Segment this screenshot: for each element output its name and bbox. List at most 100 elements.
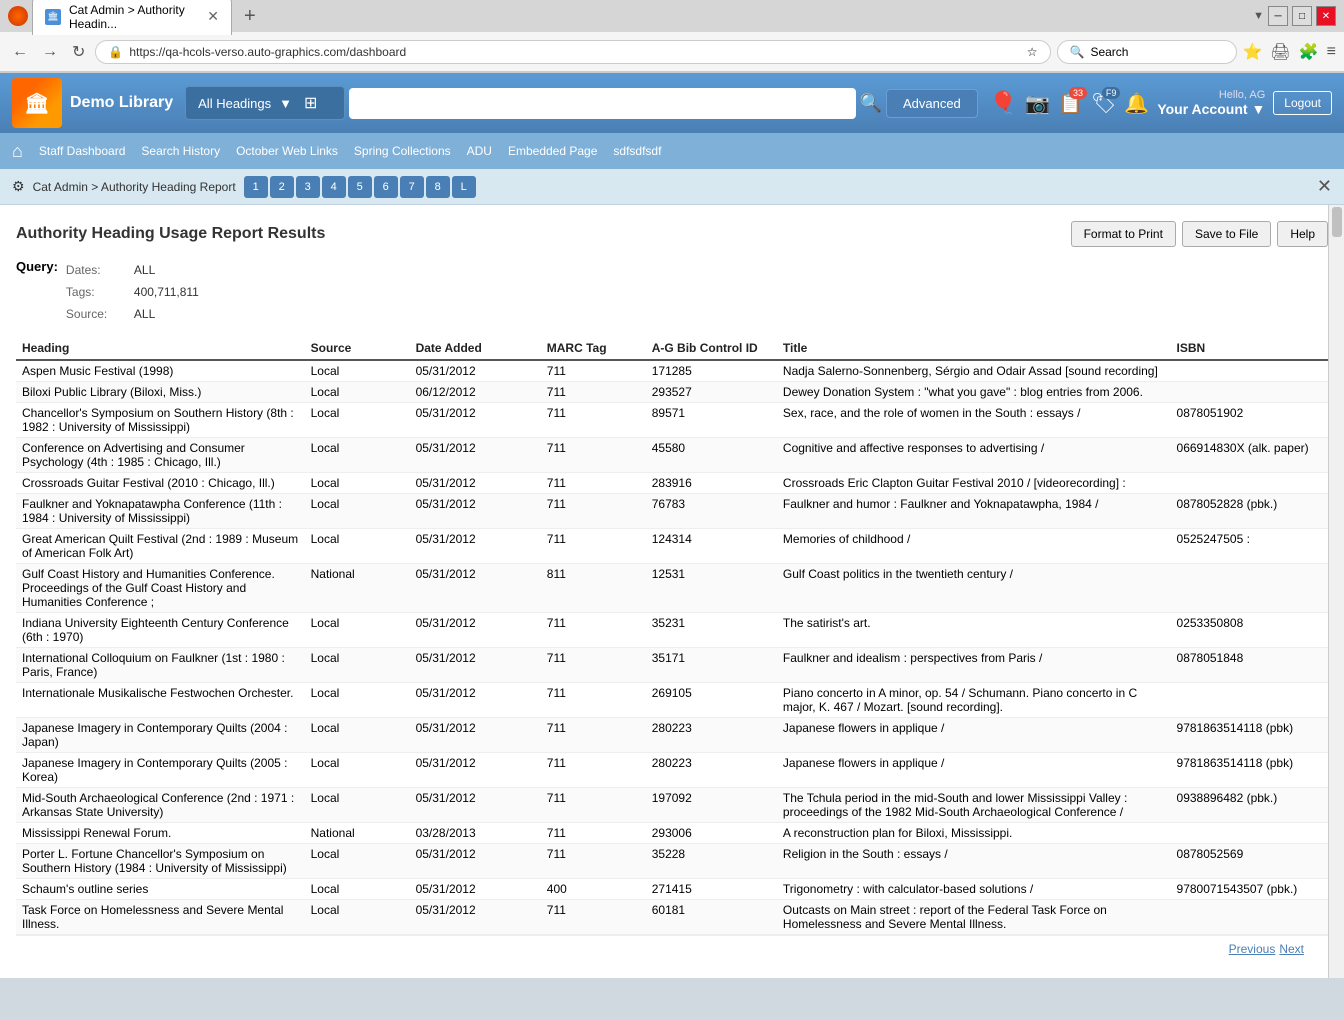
close-btn[interactable]: ✕ — [1316, 6, 1336, 26]
dates-label: Dates: — [66, 263, 126, 277]
cell-ag_id: 271415 — [646, 879, 777, 900]
page-tab-8[interactable]: 8 — [426, 176, 450, 198]
nav-search-history[interactable]: Search History — [141, 144, 220, 158]
forward-btn[interactable]: → — [38, 39, 62, 65]
cell-source: National — [305, 823, 410, 844]
help-btn[interactable]: Help — [1277, 221, 1328, 247]
query-source-row: Source: ALL — [66, 307, 199, 321]
cell-title: Trigonometry : with calculator-based sol… — [777, 879, 1171, 900]
page-tab-4[interactable]: 4 — [322, 176, 346, 198]
search-btn[interactable]: 🔍 — [860, 93, 882, 114]
bookmark-icon[interactable]: ⭐ — [1243, 42, 1263, 62]
cell-ag_id: 35228 — [646, 844, 777, 879]
cell-date: 05/31/2012 — [410, 879, 541, 900]
cell-heading: Task Force on Homelessness and Severe Me… — [16, 900, 305, 935]
nav-staff-dashboard[interactable]: Staff Dashboard — [39, 144, 126, 158]
cell-source: Local — [305, 788, 410, 823]
page-tab-1[interactable]: 1 — [244, 176, 268, 198]
cell-ag_id: 35171 — [646, 648, 777, 683]
cell-date: 05/31/2012 — [410, 613, 541, 648]
print-icon[interactable]: 🖨 — [1270, 42, 1290, 62]
page-tab-7[interactable]: 7 — [400, 176, 424, 198]
nav-spring-collections[interactable]: Spring Collections — [354, 144, 451, 158]
nav-october-web-links[interactable]: October Web Links — [236, 144, 338, 158]
scroll-thumb[interactable] — [1332, 207, 1342, 237]
dropdown-btn[interactable]: ▼ — [1253, 10, 1264, 22]
page-tab-2[interactable]: 2 — [270, 176, 294, 198]
extensions-icon[interactable]: 🧩 — [1299, 42, 1319, 62]
next-btn[interactable]: Next — [1279, 942, 1304, 956]
cell-source: Local — [305, 648, 410, 683]
table-body: Aspen Music Festival (1998)Local05/31/20… — [16, 360, 1328, 935]
cell-isbn — [1171, 382, 1328, 403]
format-to-print-btn[interactable]: Format to Print — [1071, 221, 1176, 247]
cell-heading: Great American Quilt Festival (2nd : 198… — [16, 529, 305, 564]
new-tab-btn[interactable]: + — [236, 5, 264, 28]
page-tab-5[interactable]: 5 — [348, 176, 372, 198]
cell-source: Local — [305, 473, 410, 494]
cell-heading: Porter L. Fortune Chancellor's Symposium… — [16, 844, 305, 879]
cell-isbn: 0878051902 — [1171, 403, 1328, 438]
cell-marc: 711 — [541, 718, 646, 753]
col-ag: A-G Bib Control ID — [646, 337, 777, 360]
maximize-btn[interactable]: □ — [1292, 6, 1312, 26]
title-bar-left: 🏛 Cat Admin > Authority Headin... ✕ + — [8, 0, 1253, 35]
cell-source: Local — [305, 438, 410, 473]
cell-isbn — [1171, 683, 1328, 718]
logout-btn[interactable]: Logout — [1273, 91, 1332, 115]
home-btn[interactable]: ⌂ — [12, 141, 23, 162]
advanced-btn[interactable]: Advanced — [886, 89, 978, 118]
scrollbar[interactable] — [1328, 205, 1344, 978]
nav-sdfsdfsdf[interactable]: sdfsdfsdf — [613, 144, 661, 158]
nav-embedded-page[interactable]: Embedded Page — [508, 144, 597, 158]
tab-close-btn[interactable]: ✕ — [207, 8, 219, 25]
close-panel-btn[interactable]: ✕ — [1317, 176, 1332, 197]
account-area: Hello, AG Your Account ▼ — [1157, 89, 1265, 117]
list-icon-btn[interactable]: 📋 33 — [1058, 91, 1083, 116]
table-row: International Colloquium on Faulkner (1s… — [16, 648, 1328, 683]
balloon-icon-btn[interactable]: 🎈 — [990, 90, 1017, 116]
cell-ag_id: 197092 — [646, 788, 777, 823]
save-to-file-btn[interactable]: Save to File — [1182, 221, 1271, 247]
cell-title: Cognitive and affective responses to adv… — [777, 438, 1171, 473]
cell-date: 05/31/2012 — [410, 360, 541, 382]
nav-adu[interactable]: ADU — [467, 144, 492, 158]
browser-search-bar[interactable]: 🔍 Search — [1057, 40, 1237, 64]
cell-date: 05/31/2012 — [410, 753, 541, 788]
page-tab-6[interactable]: 6 — [374, 176, 398, 198]
cell-marc: 711 — [541, 788, 646, 823]
address-bar[interactable]: 🔒 https://qa-hcols-verso.auto-graphics.c… — [95, 40, 1050, 64]
cell-heading: Faulkner and Yoknapatawpha Conference (1… — [16, 494, 305, 529]
notification-icon-btn[interactable]: 🔔 — [1124, 91, 1149, 116]
previous-btn[interactable]: Previous — [1229, 942, 1276, 956]
tags-value: 400,711,811 — [134, 285, 199, 299]
browser-tab[interactable]: 🏛 Cat Admin > Authority Headin... ✕ — [32, 0, 232, 35]
tag-icon-btn[interactable]: 🏷 F9 — [1091, 91, 1116, 116]
table-row: Mississippi Renewal Forum.National03/28/… — [16, 823, 1328, 844]
camera-icon-btn[interactable]: 📷 — [1025, 91, 1050, 116]
cell-isbn — [1171, 900, 1328, 935]
minimize-btn[interactable]: ─ — [1268, 6, 1288, 26]
heading-select-label: All Headings — [198, 96, 271, 111]
cell-heading: Conference on Advertising and Consumer P… — [16, 438, 305, 473]
cell-title: Crossroads Eric Clapton Guitar Festival … — [777, 473, 1171, 494]
account-name[interactable]: Your Account ▼ — [1157, 101, 1265, 117]
search-input[interactable] — [349, 88, 855, 119]
heading-select-dropdown[interactable]: All Headings ▼ ⊞ — [185, 86, 345, 120]
page-tab-l[interactable]: L — [452, 176, 476, 198]
star-icon[interactable]: ☆ — [1027, 45, 1038, 59]
cell-heading: Gulf Coast History and Humanities Confer… — [16, 564, 305, 613]
cell-isbn: 9781863514118 (pbk) — [1171, 718, 1328, 753]
page-tab-3[interactable]: 3 — [296, 176, 320, 198]
cell-isbn — [1171, 360, 1328, 382]
cell-marc: 711 — [541, 753, 646, 788]
cell-heading: Chancellor's Symposium on Southern Histo… — [16, 403, 305, 438]
cell-source: Local — [305, 494, 410, 529]
back-btn[interactable]: ← — [8, 39, 32, 65]
reload-btn[interactable]: ↻ — [68, 38, 89, 66]
menu-icon[interactable]: ≡ — [1327, 43, 1336, 61]
cell-title: Gulf Coast politics in the twentieth cen… — [777, 564, 1171, 613]
cell-marc: 711 — [541, 382, 646, 403]
cell-date: 05/31/2012 — [410, 529, 541, 564]
query-label: Query: — [16, 259, 58, 274]
